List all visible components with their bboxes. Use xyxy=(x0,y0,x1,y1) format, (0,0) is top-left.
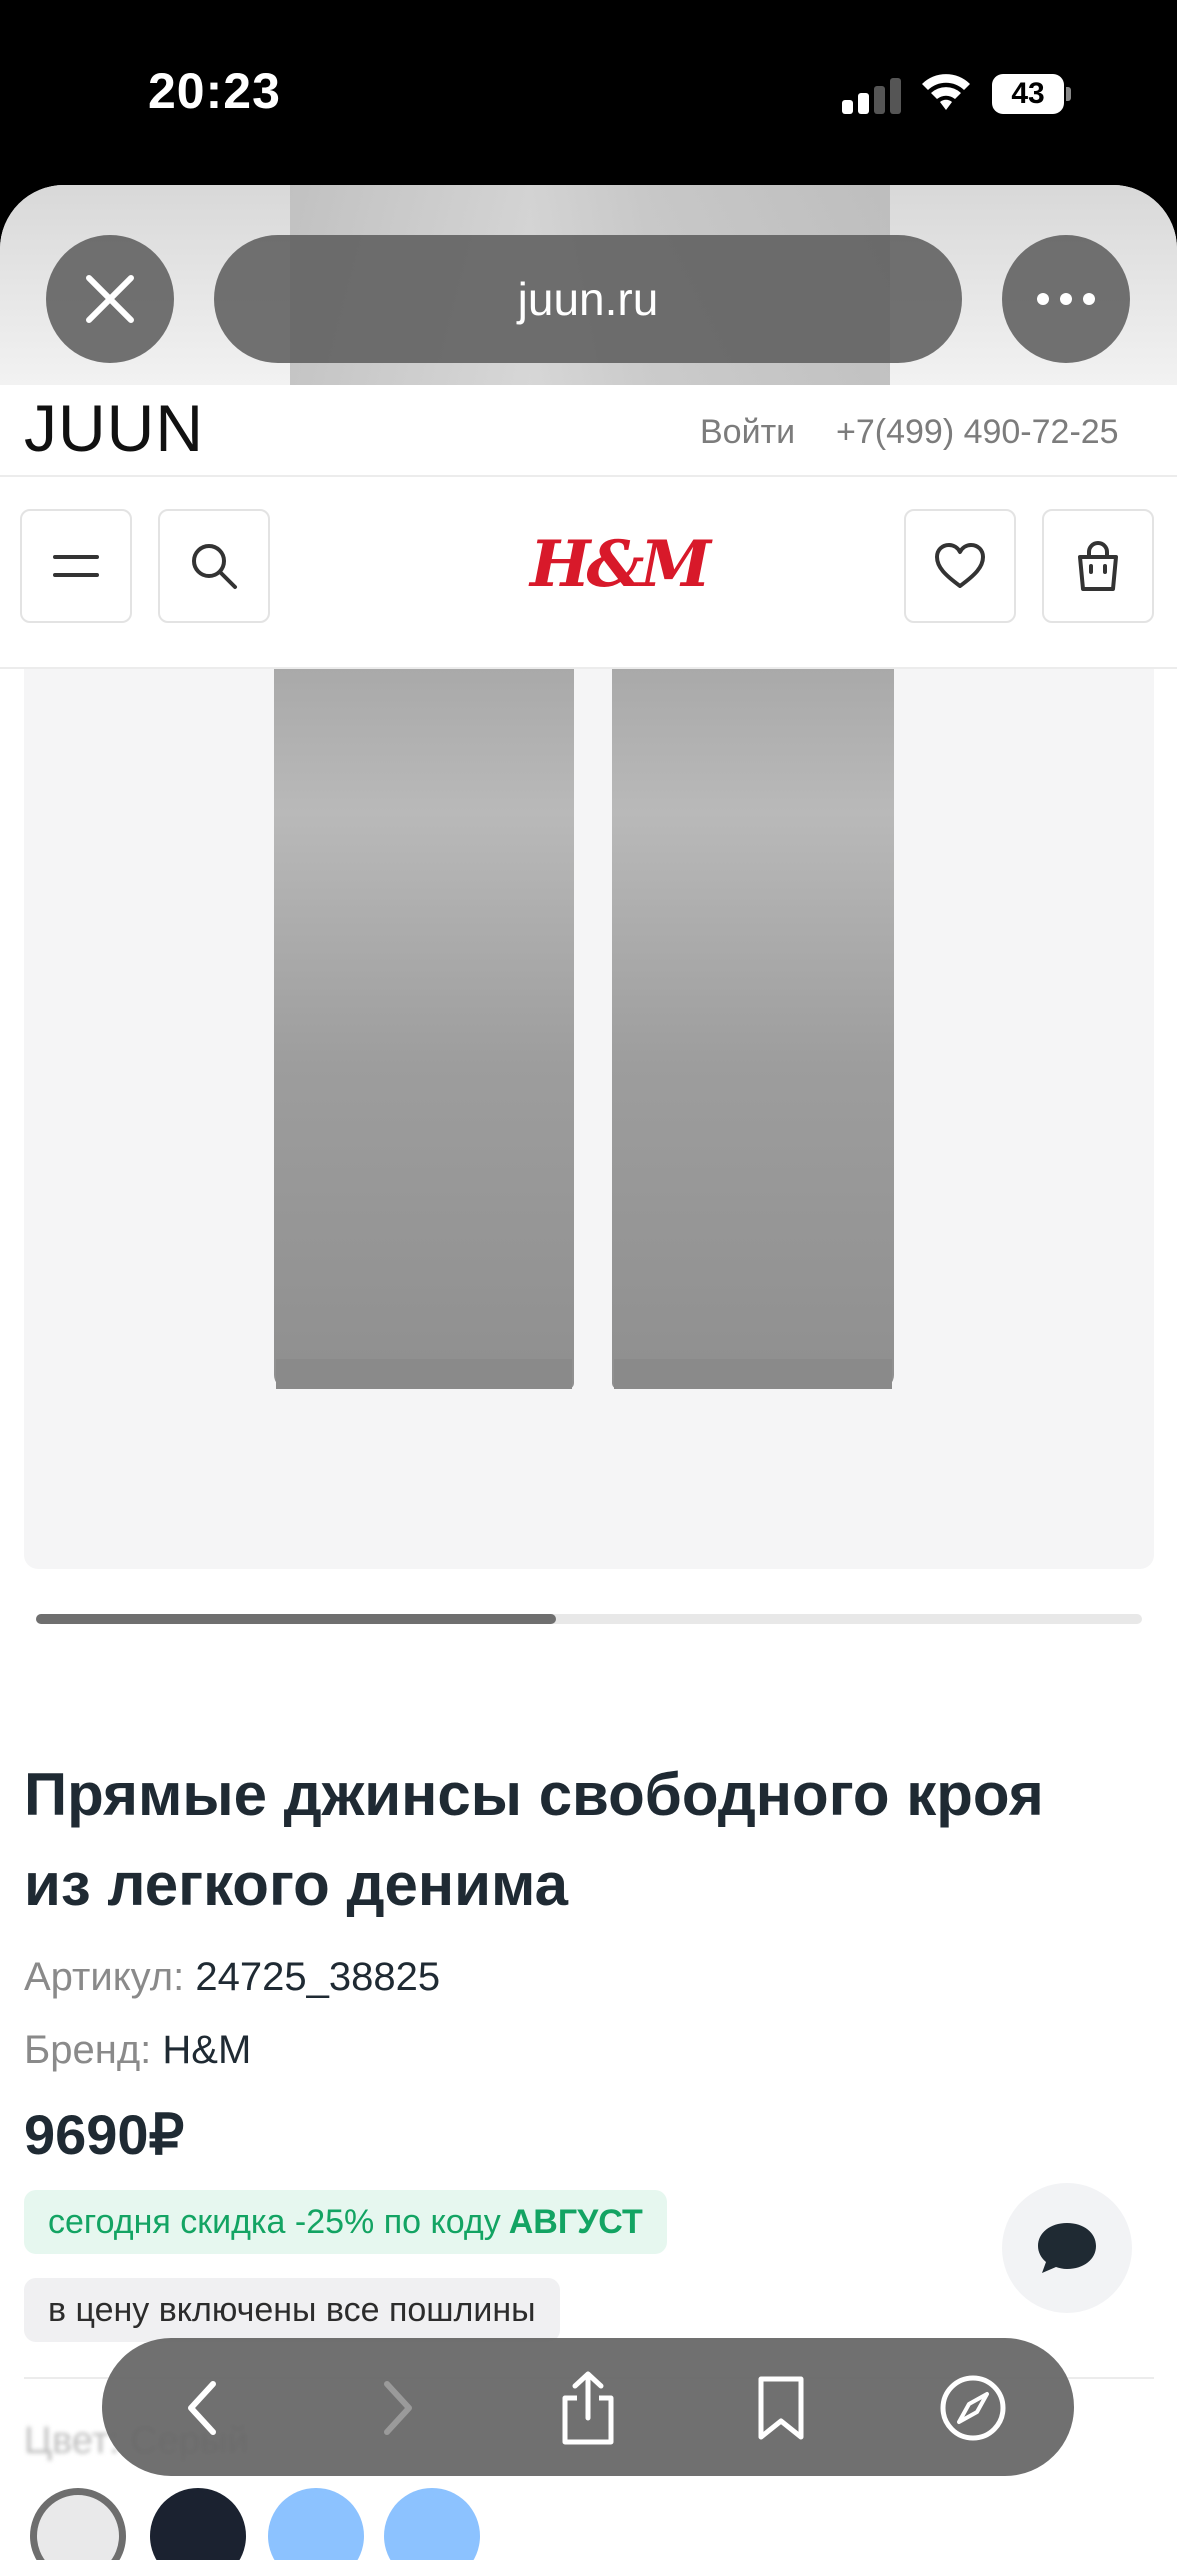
promo-badge: сегодня скидка -25% по коду АВГУСТ xyxy=(24,2190,667,2254)
more-icon xyxy=(1037,293,1095,305)
wifi-icon xyxy=(920,70,972,114)
bookmarks-button[interactable] xyxy=(736,2363,826,2453)
tabs-button[interactable] xyxy=(928,2363,1018,2453)
forward-icon xyxy=(384,2381,412,2435)
menu-button[interactable] xyxy=(20,509,132,623)
gallery-scrollbar[interactable] xyxy=(36,1614,1142,1624)
brand-logo[interactable]: H&M xyxy=(530,527,711,602)
compass-icon xyxy=(940,2375,1006,2441)
chat-icon xyxy=(1038,2223,1096,2273)
browser-toolbar xyxy=(102,2338,1074,2476)
phone-link[interactable]: +7(499) 490-72-25 xyxy=(836,413,1119,452)
product-image[interactable] xyxy=(24,669,1154,1569)
cart-button[interactable] xyxy=(1042,509,1154,623)
close-button[interactable] xyxy=(46,235,174,363)
more-button[interactable] xyxy=(1002,235,1130,363)
site-navbar: H&M xyxy=(0,477,1177,669)
back-icon xyxy=(188,2381,216,2435)
product-price: 9690₽ xyxy=(24,2103,185,2166)
gallery-scroll-thumb[interactable] xyxy=(36,1614,556,1624)
article-value: 24725_38825 xyxy=(195,1955,441,1999)
url-text: juun.ru xyxy=(517,273,659,325)
article-row: Артикул: 24725_38825 xyxy=(24,1955,440,2000)
product-title: Прямые джинсы свободного кроя из легкого… xyxy=(24,1761,1044,1918)
favorites-button[interactable] xyxy=(904,509,1016,623)
promo-text: сегодня скидка -25% по коду xyxy=(48,2202,501,2241)
battery-icon: 43 xyxy=(992,74,1072,114)
brand-row: Бренд: H&M xyxy=(24,2028,251,2073)
status-bar: 20:23 43 xyxy=(0,0,1177,170)
forward-button[interactable] xyxy=(352,2363,442,2453)
brand-label: Бренд: xyxy=(24,2028,152,2072)
duty-badge: в цену включены все пошлины xyxy=(24,2278,560,2342)
heart-icon xyxy=(935,543,985,588)
status-time: 20:23 xyxy=(148,63,281,119)
search-button[interactable] xyxy=(158,509,270,623)
brand-value[interactable]: H&M xyxy=(162,2028,251,2072)
cart-icon xyxy=(1078,541,1118,591)
share-icon xyxy=(562,2371,614,2445)
address-bar[interactable]: juun.ru xyxy=(214,235,962,363)
signal-icon xyxy=(842,78,902,114)
promo-code: АВГУСТ xyxy=(508,2202,643,2241)
share-button[interactable] xyxy=(543,2363,633,2453)
article-label: Артикул: xyxy=(24,1955,185,1999)
bookmarks-icon xyxy=(758,2376,804,2440)
back-button[interactable] xyxy=(158,2363,248,2453)
chat-button[interactable] xyxy=(1002,2183,1132,2313)
site-logo[interactable]: JUUN xyxy=(24,390,204,466)
close-icon xyxy=(86,275,134,323)
battery-level: 43 xyxy=(992,74,1064,114)
search-icon xyxy=(192,544,237,589)
menu-icon xyxy=(53,555,99,577)
site-topline: JUUN Войти +7(499) 490-72-25 xyxy=(0,385,1177,477)
login-link[interactable]: Войти xyxy=(700,413,795,452)
duty-text: в цену включены все пошлины xyxy=(48,2290,536,2329)
